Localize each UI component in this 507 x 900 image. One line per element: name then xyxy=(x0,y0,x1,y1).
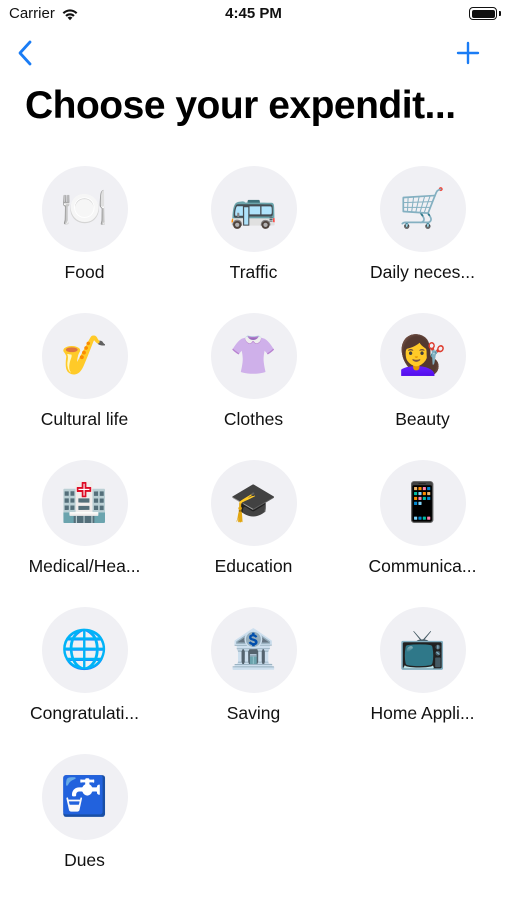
category-label: Medical/Hea... xyxy=(28,556,141,576)
category-label: Congratulati... xyxy=(30,703,139,723)
bank-icon: 🏦 xyxy=(210,607,297,693)
category-label: Daily neces... xyxy=(369,262,476,282)
category-label: Food xyxy=(64,262,105,282)
category-item[interactable]: 🎷 Cultural life xyxy=(0,313,169,460)
category-item[interactable]: 🍽️ Food xyxy=(0,166,169,313)
category-item[interactable]: 🎓 Education xyxy=(169,460,338,607)
plus-icon xyxy=(456,41,480,65)
hospital-icon: 🏥 xyxy=(41,460,128,546)
category-item[interactable]: 🚰 Dues xyxy=(0,754,169,900)
category-item[interactable]: 🛒 Daily neces... xyxy=(338,166,507,313)
status-bar: Carrier 4:45 PM xyxy=(0,0,507,30)
mobile-phone-icon: 📱 xyxy=(379,460,466,546)
television-icon: 📺 xyxy=(379,607,466,693)
category-item[interactable]: 🏥 Medical/Hea... xyxy=(0,460,169,607)
blouse-icon: 👚 xyxy=(210,313,297,399)
back-button[interactable] xyxy=(12,38,38,68)
category-item[interactable]: 📺 Home Appli... xyxy=(338,607,507,754)
status-time: 4:45 PM xyxy=(225,5,282,22)
bus-icon: 🚌 xyxy=(210,166,297,252)
haircut-icon: 💇‍♀️ xyxy=(379,313,466,399)
water-tap-icon: 🚰 xyxy=(41,754,128,840)
category-item[interactable]: 👚 Clothes xyxy=(169,313,338,460)
globe-hand-icon: 🌐 xyxy=(41,607,128,693)
category-item[interactable]: 🌐 Congratulati... xyxy=(0,607,169,754)
shopping-cart-icon: 🛒 xyxy=(379,166,466,252)
category-grid: 🍽️ Food 🚌 Traffic 🛒 Daily neces... 🎷 Cultural l… xyxy=(0,166,507,900)
category-label: Beauty xyxy=(395,409,450,429)
add-button[interactable] xyxy=(453,38,483,68)
category-label: Traffic xyxy=(229,262,278,282)
fork-knife-plate-icon: 🍽️ xyxy=(41,166,128,252)
graduation-cap-icon: 🎓 xyxy=(210,460,297,546)
category-item[interactable]: 📱 Communica... xyxy=(338,460,507,607)
battery-icon xyxy=(469,7,497,20)
category-label: Home Appli... xyxy=(370,703,475,723)
category-item[interactable]: 🏦 Saving xyxy=(169,607,338,754)
page-title: Choose your expendit... xyxy=(25,84,456,127)
category-label: Clothes xyxy=(223,409,284,429)
category-label: Cultural life xyxy=(40,409,129,429)
category-label: Saving xyxy=(226,703,281,723)
category-label: Communica... xyxy=(368,556,477,576)
category-item[interactable]: 🚌 Traffic xyxy=(169,166,338,313)
chevron-left-icon xyxy=(18,40,32,66)
category-label: Dues xyxy=(64,850,105,870)
category-label: Education xyxy=(214,556,293,576)
category-item[interactable]: 💇‍♀️ Beauty xyxy=(338,313,507,460)
battery-nub xyxy=(499,11,501,16)
saxophone-icon: 🎷 xyxy=(41,313,128,399)
